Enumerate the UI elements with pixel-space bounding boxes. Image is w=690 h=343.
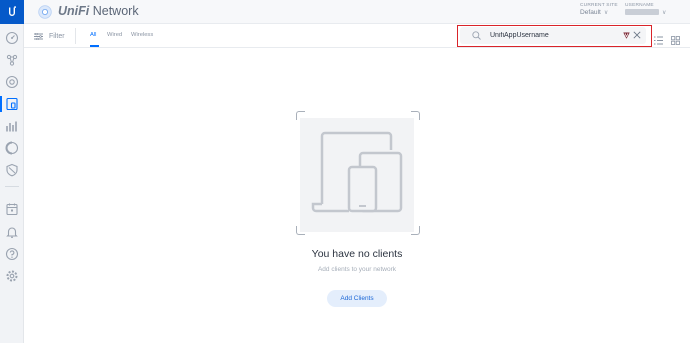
top-bar: UniFi Network CURRENT SITE Default ∨ USER… (24, 0, 690, 24)
active-nav-indicator (0, 96, 2, 112)
filter-label: Filter (49, 32, 65, 40)
tab-wired[interactable]: Wired (107, 32, 122, 38)
network-app-icon (38, 5, 52, 19)
username-menu[interactable]: USERNAME ∨ (625, 3, 666, 16)
brand-unifi: UniFi (58, 4, 90, 18)
brand-network: Network (92, 4, 139, 18)
chevron-down-icon: ∨ (603, 10, 609, 16)
current-site-selector[interactable]: CURRENT SITE Default ∨ (580, 3, 618, 16)
current-site-value: Default (580, 9, 601, 16)
search-highlight-annotation (457, 25, 652, 47)
list-view-icon[interactable] (654, 32, 663, 45)
ubiquiti-logo-icon (9, 6, 16, 16)
statistics-icon[interactable] (5, 119, 19, 133)
ubiquiti-logo[interactable] (0, 0, 24, 24)
clients-illustration (300, 118, 414, 232)
clients-icon[interactable] (5, 97, 19, 111)
app-title: UniFi Network (58, 4, 139, 18)
tab-all-underline (90, 45, 99, 47)
filter-button[interactable]: Filter (34, 28, 76, 44)
empty-state-subtitle: Add clients to your network (317, 266, 397, 273)
grid-view-icon[interactable] (671, 32, 680, 45)
devices-illustration-icon (311, 131, 403, 213)
dashboard-icon[interactable] (5, 31, 19, 45)
insights-icon[interactable] (5, 141, 19, 155)
filter-icon (34, 32, 43, 40)
threat-management-icon[interactable] (5, 163, 19, 177)
chevron-down-icon: ∨ (662, 10, 667, 16)
empty-state-title: You have no clients (311, 248, 403, 260)
current-site-label: CURRENT SITE (580, 3, 618, 8)
add-clients-button[interactable]: Add Clients (327, 290, 387, 307)
sidebar-divider (5, 186, 19, 187)
sidebar (0, 0, 24, 343)
redacted-username (625, 9, 659, 16)
devices-icon[interactable] (5, 75, 19, 89)
topology-icon[interactable] (5, 53, 19, 67)
tab-all[interactable]: All (90, 32, 96, 38)
tab-wireless[interactable]: Wireless (131, 32, 153, 38)
alerts-icon[interactable] (5, 225, 19, 239)
username-label: USERNAME (625, 3, 654, 8)
events-icon[interactable] (5, 202, 19, 216)
